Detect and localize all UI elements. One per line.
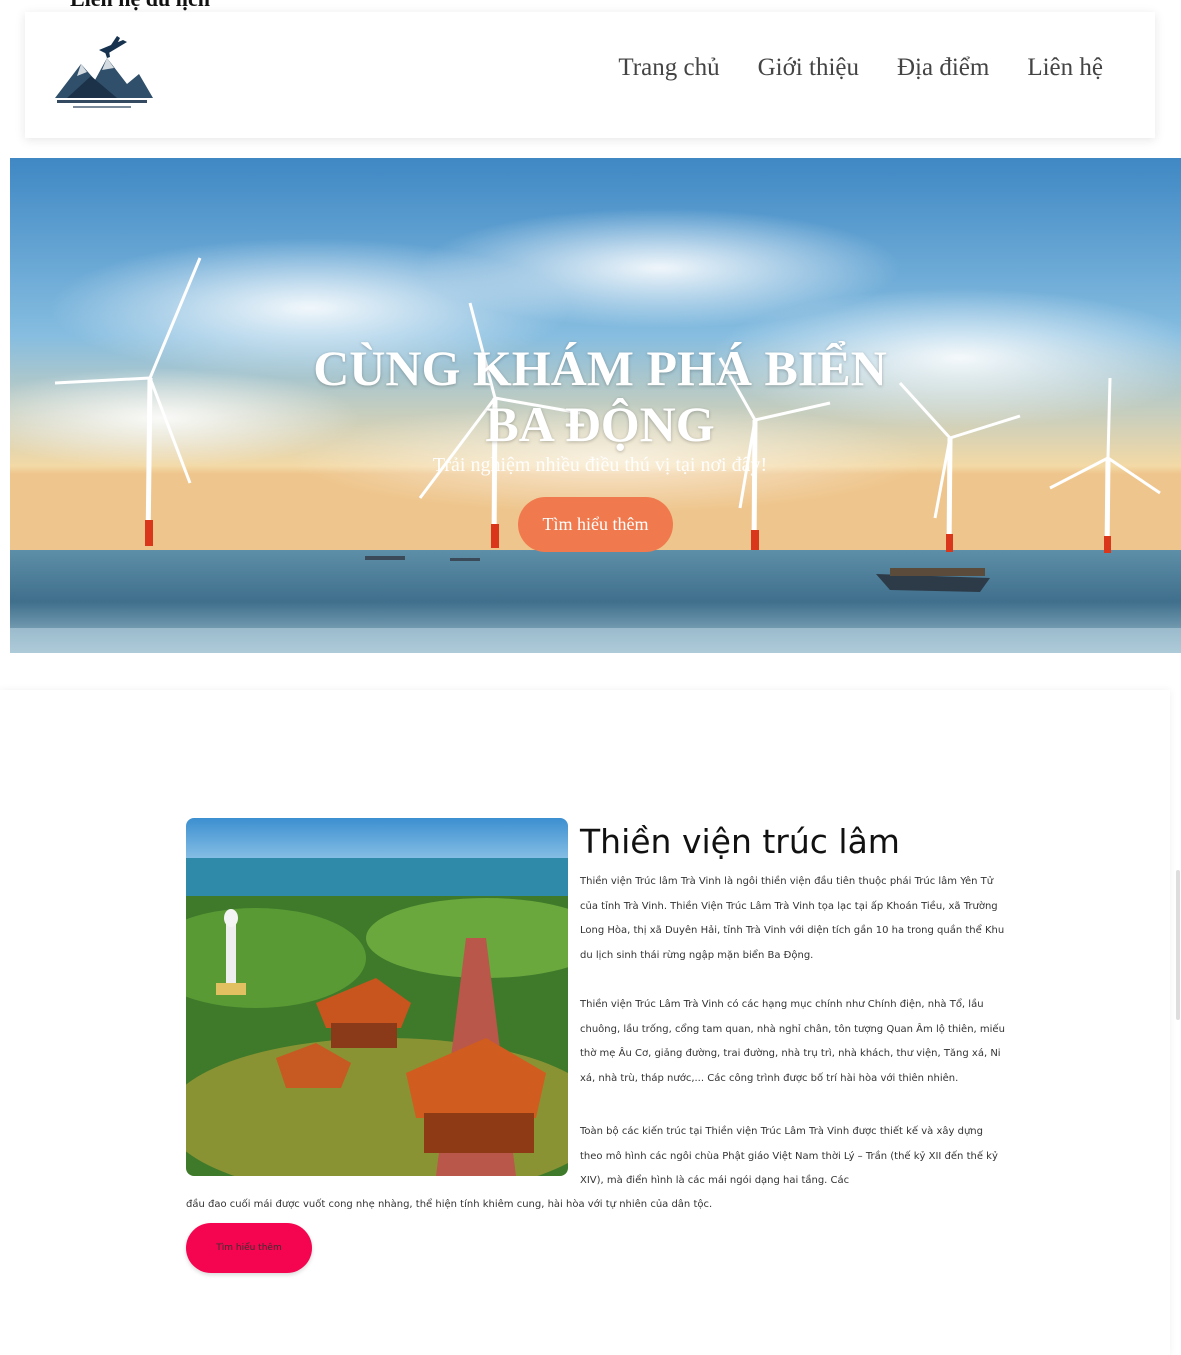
main-nav: Trang chủ Giới thiệu Địa điểm Liên hệ bbox=[580, 54, 1103, 82]
hero-learn-more-button[interactable]: Tìm hiểu thêm bbox=[518, 497, 673, 552]
nav-link-places[interactable]: Địa điểm bbox=[897, 54, 989, 82]
clipped-top-text: Liên hệ du lịch bbox=[70, 0, 210, 12]
site-header: Trang chủ Giới thiệu Địa điểm Liên hệ bbox=[25, 12, 1155, 138]
feature-learn-more-button[interactable]: Tìm hiểu thêm bbox=[186, 1223, 312, 1273]
feature-paragraph-3-continued: đầu đao cuối mái được vuốt cong nhẹ nhàn… bbox=[186, 1199, 713, 1210]
hero-banner: CÙNG KHÁM PHÁ BIỂN BA ĐỘNG Trải nghiệm n… bbox=[10, 158, 1181, 653]
feature-title: Thiền viện trúc lâm bbox=[580, 822, 900, 861]
pagoda-photo bbox=[186, 818, 568, 1176]
feature-paragraph-3: Toàn bộ các kiến trúc tại Thiền viện Trú… bbox=[580, 1126, 998, 1186]
nav-link-about[interactable]: Giới thiệu bbox=[758, 54, 859, 82]
feature-card: Thiền viện trúc lâm Thiền viện Trúc lâm … bbox=[0, 690, 1170, 1355]
nav-link-home[interactable]: Trang chủ bbox=[618, 54, 719, 82]
feature-paragraph-2: Thiền viện Trúc Lâm Trà Vinh có các hạng… bbox=[580, 999, 1005, 1084]
hero-subtitle: Trải nghiệm nhiều điều thú vị tại nơi đâ… bbox=[432, 454, 768, 476]
nav-link-contact[interactable]: Liên hệ bbox=[1027, 54, 1103, 82]
feature-paragraph-1: Thiền viện Trúc lâm Trà Vinh là ngôi thi… bbox=[580, 876, 1005, 961]
hero-title: CÙNG KHÁM PHÁ BIỂN BA ĐỘNG bbox=[313, 340, 887, 452]
airplane-mountain-logo-icon[interactable] bbox=[47, 36, 157, 114]
scrollbar[interactable] bbox=[1176, 870, 1180, 1020]
